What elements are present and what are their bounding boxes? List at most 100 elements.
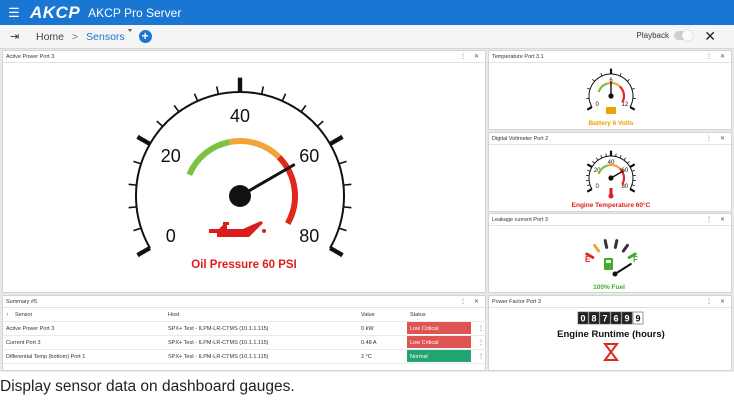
gauge-tick-label: 80: [299, 226, 319, 246]
gauge-tick-label: 0: [595, 184, 599, 190]
gauge-minor-tick: [133, 160, 142, 165]
panel-power-factor: Power Factor Port 3 ⋮ ✕ 0 8 7 6 9 9 Engine Run…: [488, 295, 732, 371]
cell-host: SPX+ Test - ILPM-LR-CTMS (10.1.1.115): [168, 326, 269, 332]
fuel-gauge-tick: [621, 243, 629, 253]
gauge-major-tick: [629, 106, 636, 111]
top-app-bar: ☰ AKCP AKCP Pro Server: [0, 0, 734, 25]
panel-menu-icon[interactable]: ⋮: [706, 214, 712, 226]
odometer-digit: 9: [624, 314, 629, 324]
odometer-digit: 6: [613, 314, 618, 324]
playback-label: Playback: [636, 31, 669, 40]
odometer-digit: 7: [602, 314, 607, 324]
panel-menu-icon[interactable]: ⋮: [706, 296, 712, 308]
cell-value: 0.48 A: [361, 340, 377, 346]
gauge-tick-label: 40: [230, 106, 250, 126]
gauge-hub: [229, 185, 251, 207]
cell-host: SPX+ Test - ILPM-LR-CTMS (10.1.1.115): [168, 354, 269, 360]
gauge-minor-tick: [338, 160, 347, 165]
status-badge: Normal: [407, 350, 471, 362]
engine-runtime-counter: 0 8 7 6 9 9Engine Runtime (hours): [557, 311, 665, 361]
sort-arrow-icon[interactable]: ↑: [6, 308, 9, 322]
gauge-minor-tick: [592, 160, 595, 164]
panel-close-icon[interactable]: ✕: [720, 51, 725, 63]
odometer-digit: 0: [580, 314, 585, 324]
gauge-minor-tick: [133, 227, 142, 232]
table-row[interactable]: Active Power Port 3 SPX+ Test - ILPM-LR-C…: [3, 322, 489, 336]
panel-close-icon[interactable]: ✕: [720, 296, 725, 308]
gauge-minor-tick: [627, 78, 630, 82]
gauge-tick-label: 0: [166, 226, 176, 246]
panel-title: Power Factor Port 3: [492, 299, 541, 305]
oil-can-icon: [209, 221, 266, 237]
gauge-major-tick: [629, 163, 636, 168]
playback-control: Playback: [636, 30, 693, 41]
odometer-digit: 9: [635, 314, 640, 324]
thermometer-icon: [608, 188, 614, 199]
table-row[interactable]: Differential Temp (bottom) Port 1 SPX+ Te…: [3, 350, 489, 364]
odometer-digit: 8: [591, 314, 596, 324]
breadcrumb-separator: >: [72, 30, 79, 43]
panel-voltmeter: Digital Voltmeter Port 2 ⋮ ✕ 0 20 40 60 80 En…: [488, 132, 732, 212]
gauge-minor-tick: [587, 87, 591, 90]
panel-menu-icon[interactable]: ⋮: [706, 133, 712, 145]
status-badge: Low Critical: [407, 336, 471, 348]
gauge-minor-tick: [587, 184, 591, 187]
panel-close-icon[interactable]: ✕: [720, 133, 725, 145]
gauge-minor-tick: [215, 86, 220, 95]
gauge-tick-label: 80: [622, 184, 629, 190]
gauge-minor-tick: [260, 86, 265, 95]
panel-leakage: Leakage current Port 3 ⋮ ✕ E F 100% Fuel: [488, 213, 732, 293]
row-menu-icon[interactable]: ⋮: [478, 336, 484, 350]
column-sensor[interactable]: Sensor: [15, 308, 32, 322]
add-button[interactable]: +: [138, 30, 152, 43]
breadcrumb-home[interactable]: Home: [36, 31, 64, 43]
gauge-minor-tick: [156, 120, 164, 128]
gauge-color-band: [607, 163, 621, 170]
fuel-empty-label: E: [585, 255, 591, 264]
gauge-color-band: [186, 139, 231, 176]
gauge-color-band: [597, 82, 609, 93]
panel-title: Digital Voltmeter Port 2: [492, 136, 549, 142]
panel-menu-icon[interactable]: ⋮: [460, 51, 466, 63]
gauge-minor-tick: [619, 72, 622, 77]
panel-close-icon[interactable]: ✕: [474, 296, 479, 308]
fuel-full-label: F: [633, 255, 638, 264]
cell-sensor: Differential Temp (bottom) Port 1: [6, 354, 86, 360]
table-header: ↑ Sensor Host Value Status: [3, 308, 489, 322]
gauge-minor-tick: [587, 169, 591, 172]
column-status[interactable]: Status: [410, 308, 426, 322]
row-menu-icon[interactable]: ⋮: [478, 350, 484, 364]
gauge-reading-label: 100% Fuel: [593, 284, 625, 291]
column-host[interactable]: Host: [168, 308, 179, 322]
panel-menu-icon[interactable]: ⋮: [706, 51, 712, 63]
playback-toggle[interactable]: [674, 30, 693, 41]
exit-icon[interactable]: ⇥: [10, 30, 24, 43]
breadcrumb-sensors[interactable]: Sensors: [86, 28, 132, 43]
table-row[interactable]: Current Port 3 SPX+ Test - ILPM-LR-CTMS (…: [3, 336, 489, 350]
panel-menu-icon[interactable]: ⋮: [460, 296, 466, 308]
panel-header: Summary #5 ⋮ ✕: [3, 296, 485, 308]
gauge-major-tick: [629, 188, 636, 193]
gauge-tick-label: 20: [161, 146, 181, 166]
gauge-minor-tick: [193, 93, 199, 102]
hamburger-icon[interactable]: ☰: [0, 5, 28, 21]
fuel-gauge-tick: [613, 239, 619, 249]
app-title: AKCP Pro Server: [88, 5, 182, 20]
close-icon[interactable]: ✕: [704, 28, 716, 45]
fuel-gauge-tick: [593, 243, 601, 253]
cell-value: 2 °C: [361, 354, 372, 360]
gauge-minor-tick: [300, 104, 307, 113]
gauge-major-tick: [136, 246, 152, 258]
fuel-needle-hub: [612, 271, 618, 277]
panel-active-power: Active Power Port 3 ⋮ ✕ 0 20 40 60 80 Oil Pre…: [2, 50, 486, 293]
battery-gauge: 0612Battery 6 Volts: [586, 68, 636, 127]
gauge-minor-tick: [631, 87, 635, 90]
panel-close-icon[interactable]: ✕: [474, 51, 479, 63]
hourglass-icon: [603, 343, 619, 361]
cell-sensor: Current Port 3: [6, 340, 41, 346]
engine-temperature-gauge: 020406080Engine Temperature 60°C: [572, 150, 651, 209]
panel-close-icon[interactable]: ✕: [720, 214, 725, 226]
column-value[interactable]: Value: [361, 308, 375, 322]
row-menu-icon[interactable]: ⋮: [478, 322, 484, 336]
gauge-minor-tick: [619, 154, 622, 159]
